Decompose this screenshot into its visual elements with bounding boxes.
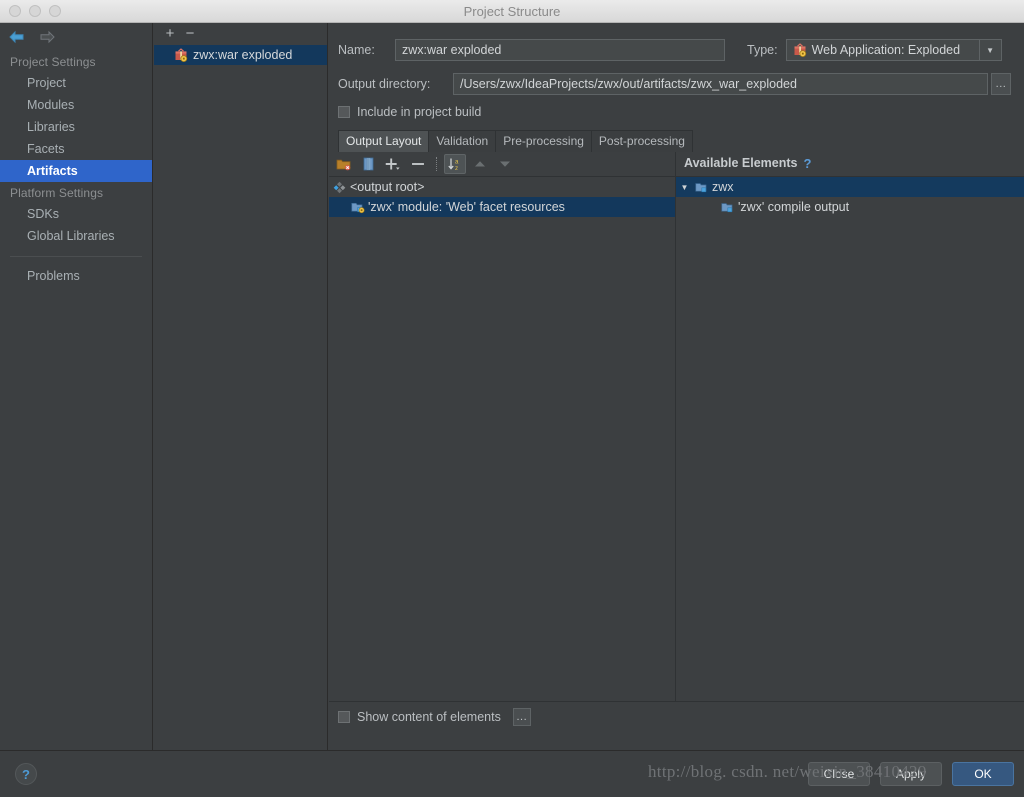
name-label: Name: bbox=[338, 43, 375, 57]
remove-artifact-button[interactable]: − bbox=[183, 26, 197, 41]
sort-az-icon[interactable]: a z bbox=[444, 154, 466, 174]
move-up-icon[interactable] bbox=[469, 154, 491, 174]
add-artifact-button[interactable]: + bbox=[163, 26, 177, 41]
tab-validation[interactable]: Validation bbox=[428, 130, 497, 152]
sidebar-nav-arrows bbox=[0, 23, 152, 51]
artifact-name-input[interactable] bbox=[395, 39, 725, 61]
module-folder-icon bbox=[721, 201, 734, 213]
tree-node-web-facet-resources[interactable]: 'zwx' module: 'Web' facet resources bbox=[329, 197, 675, 217]
show-content-checkbox[interactable] bbox=[338, 710, 350, 723]
sidebar-item-artifacts[interactable]: Artifacts bbox=[0, 160, 152, 182]
output-directory-input[interactable] bbox=[453, 73, 988, 95]
add-copy-icon[interactable] bbox=[382, 154, 404, 174]
move-down-icon[interactable] bbox=[494, 154, 516, 174]
output-layout-tree[interactable]: <output root> 'zwx' module: 'Web' facet … bbox=[329, 177, 676, 701]
type-label: Type: bbox=[747, 43, 778, 57]
window-title: Project Structure bbox=[463, 3, 561, 19]
name-row: Name: Type: Web Applica bbox=[338, 39, 1024, 61]
artifact-gift-icon bbox=[793, 43, 807, 58]
include-in-project-build-row[interactable]: Include in project build bbox=[338, 105, 1024, 119]
toolbar-separator bbox=[436, 157, 437, 171]
title-bar: Project Structure bbox=[0, 0, 1024, 23]
tab-pre-processing[interactable]: Pre-processing bbox=[495, 130, 592, 152]
sidebar-item-project[interactable]: Project bbox=[0, 72, 152, 94]
artifact-list-item[interactable]: zwx:war exploded bbox=[154, 45, 327, 65]
help-question-icon[interactable]: ? bbox=[803, 156, 811, 171]
sidebar-section-platform-settings: Platform Settings bbox=[10, 186, 104, 200]
project-structure-dialog: Project Structure Project Settings Proje… bbox=[0, 0, 1024, 797]
module-folder-icon bbox=[695, 181, 708, 193]
settings-sidebar: Project Settings Project Modules Librari… bbox=[0, 23, 153, 750]
show-content-settings-button[interactable]: ... bbox=[512, 707, 531, 726]
forward-arrow-icon[interactable] bbox=[38, 30, 56, 44]
tree-node-zwx[interactable]: ▼ zwx bbox=[676, 177, 1024, 197]
tree-node-zwx-compile-output-label: 'zwx' compile output bbox=[738, 200, 850, 214]
tree-node-web-facet-resources-label: 'zwx' module: 'Web' facet resources bbox=[368, 200, 565, 214]
available-elements-header: Available Elements ? bbox=[676, 152, 1024, 174]
chevron-down-icon[interactable]: ▼ bbox=[978, 40, 1001, 60]
sidebar-section-project-settings: Project Settings bbox=[10, 55, 96, 69]
artifact-type-value-wrap: Web Application: Exploded bbox=[787, 40, 979, 60]
output-directory-row: Output directory: ... bbox=[338, 73, 1024, 95]
available-elements-tree[interactable]: ▼ zwx 'zwx' compile output bbox=[676, 177, 1024, 701]
svg-text:z: z bbox=[455, 165, 458, 171]
artifact-type-value: Web Application: Exploded bbox=[811, 43, 961, 57]
include-in-project-build-checkbox[interactable] bbox=[338, 106, 350, 118]
show-content-row: Show content of elements ... bbox=[329, 701, 1024, 731]
available-elements-title: Available Elements bbox=[684, 156, 798, 170]
artifact-tabs: Output Layout Validation Pre-processing … bbox=[338, 130, 1024, 152]
dialog-buttons: Close Apply OK bbox=[808, 762, 1014, 786]
chevron-down-icon[interactable]: ▼ bbox=[678, 183, 691, 192]
sidebar-item-sdks[interactable]: SDKs bbox=[0, 203, 152, 225]
tab-output-layout[interactable]: Output Layout bbox=[338, 130, 430, 152]
add-archive-icon[interactable] bbox=[357, 154, 379, 174]
facet-resources-icon bbox=[351, 201, 365, 214]
sidebar-item-global-libraries[interactable]: Global Libraries bbox=[0, 225, 152, 247]
output-root-icon bbox=[333, 181, 346, 194]
sidebar-item-libraries[interactable]: Libraries bbox=[0, 116, 152, 138]
back-arrow-icon[interactable] bbox=[8, 30, 26, 44]
sidebar-item-modules[interactable]: Modules bbox=[0, 94, 152, 116]
layout-split: <output root> 'zwx' module: 'Web' facet … bbox=[329, 177, 1024, 701]
tab-post-processing[interactable]: Post-processing bbox=[590, 130, 693, 152]
artifact-gift-icon bbox=[174, 48, 188, 63]
remove-icon[interactable] bbox=[407, 154, 429, 174]
sidebar-item-facets[interactable]: Facets bbox=[0, 138, 152, 160]
browse-output-directory-button[interactable]: ... bbox=[991, 73, 1011, 95]
include-in-project-build-label: Include in project build bbox=[357, 105, 482, 119]
artifact-list-panel: + − zwx:war exploded bbox=[154, 23, 328, 750]
tree-node-output-root-label: <output root> bbox=[350, 180, 425, 194]
artifact-type-combo[interactable]: Web Application: Exploded ▼ bbox=[785, 39, 1002, 61]
dialog-footer: ? Close Apply OK bbox=[0, 750, 1024, 797]
close-button[interactable]: Close bbox=[808, 762, 870, 786]
artifact-list-toolbar: + − bbox=[154, 23, 327, 45]
sidebar-item-problems[interactable]: Problems bbox=[0, 265, 152, 287]
help-button[interactable]: ? bbox=[15, 763, 37, 785]
artifact-details-panel: Name: Type: Web Applica bbox=[329, 23, 1024, 750]
output-layout-toolbar: a z bbox=[329, 152, 676, 176]
tree-node-output-root[interactable]: <output root> bbox=[329, 177, 675, 197]
tree-node-zwx-label: zwx bbox=[712, 180, 734, 194]
artifact-list-item-label: zwx:war exploded bbox=[193, 48, 293, 62]
add-directory-icon[interactable] bbox=[332, 154, 354, 174]
output-directory-label: Output directory: bbox=[338, 77, 431, 91]
tree-node-zwx-compile-output[interactable]: 'zwx' compile output bbox=[676, 197, 1024, 217]
layout-header-row: a z Available Elements ? bbox=[329, 152, 1024, 177]
ok-button[interactable]: OK bbox=[952, 762, 1014, 786]
apply-button[interactable]: Apply bbox=[880, 762, 942, 786]
show-content-label: Show content of elements bbox=[357, 709, 501, 724]
sidebar-divider bbox=[10, 256, 142, 257]
